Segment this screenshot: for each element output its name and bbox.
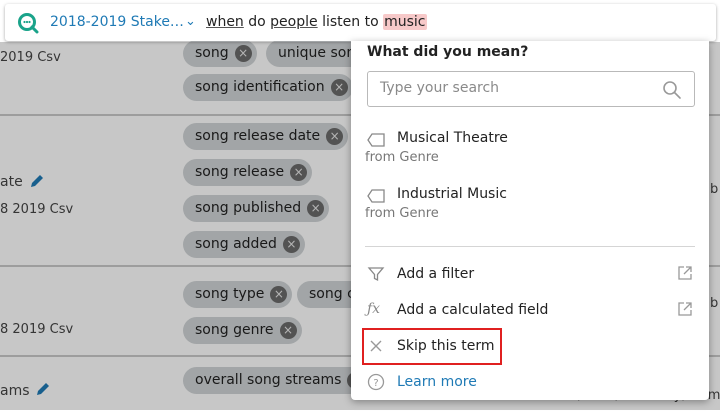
add-calculated-field-label[interactable]: Add a calculated field (397, 302, 548, 318)
query-word: listen to (322, 14, 379, 30)
function-icon: ƒx (367, 301, 381, 317)
learn-more-label[interactable]: Learn more (397, 374, 477, 390)
query-word-unrecognized[interactable]: music (383, 14, 427, 30)
annotation-highlight-box (362, 328, 502, 365)
external-link-icon[interactable] (677, 301, 693, 317)
suggestion-name[interactable]: Musical Theatre (397, 130, 508, 146)
tag-icon (367, 133, 385, 147)
query-word: do (248, 14, 266, 30)
dropdown-title: What did you mean? (367, 44, 529, 60)
suggestion-name[interactable]: Industrial Music (397, 186, 507, 202)
help-icon: ? (367, 373, 385, 391)
suggestion-source: from Genre (365, 206, 439, 221)
add-filter-label[interactable]: Add a filter (397, 266, 474, 282)
add-filter-action[interactable]: Add a filter (365, 262, 695, 288)
tag-icon (367, 189, 385, 203)
learn-more-link[interactable]: ? Learn more (365, 370, 695, 396)
query-word[interactable]: when (206, 14, 244, 30)
query-text[interactable]: when do people listen to music (206, 14, 427, 30)
suggestion-source: from Genre (365, 150, 439, 165)
search-placeholder[interactable]: Type your search (380, 80, 499, 96)
search-logo-icon (18, 13, 39, 34)
divider (365, 246, 695, 247)
add-calculated-field-action[interactable]: ƒx Add a calculated field (365, 298, 695, 324)
chevron-down-icon[interactable]: ⌄ (185, 14, 196, 29)
search-bar: 2018-2019 Stake… ⌄ when do people listen… (5, 4, 716, 41)
svg-text:?: ? (373, 378, 378, 389)
suggestion-musical-theatre[interactable]: Musical Theatre from Genre (365, 129, 695, 175)
query-word[interactable]: people (270, 14, 317, 30)
filter-icon (367, 267, 385, 282)
suggestion-search-field[interactable]: Type your search (367, 71, 695, 107)
external-link-icon[interactable] (677, 265, 693, 281)
data-source-selector[interactable]: 2018-2019 Stake… (50, 14, 184, 30)
suggestion-industrial-music[interactable]: Industrial Music from Genre (365, 185, 695, 231)
search-icon[interactable] (662, 80, 682, 100)
